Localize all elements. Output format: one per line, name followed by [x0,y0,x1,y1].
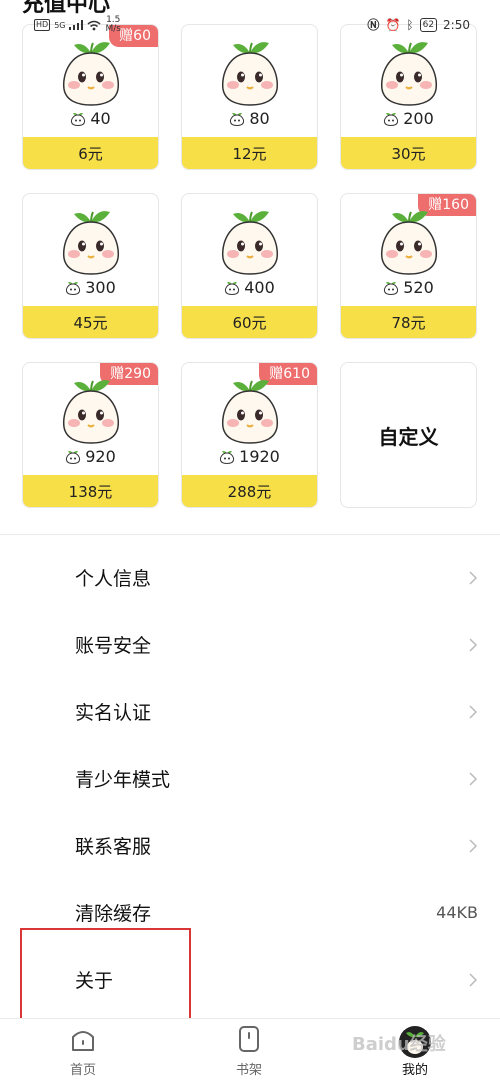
bean-mascot-icon [380,211,437,275]
price-label: 30元 [341,137,476,169]
coin-amount-row: 80 [182,109,317,128]
wifi-icon [88,20,101,30]
nav-home[interactable]: 首页 [48,1025,118,1078]
signal-indicator: 5G [54,20,66,30]
coin-amount-row: 920 [23,447,158,466]
coin-value: 520 [403,278,434,297]
recharge-package-card[interactable]: 200 30元 [340,24,477,170]
clock: 2:50 [443,17,470,32]
bean-mascot-icon [62,380,119,444]
status-left: HD 5G 1.5 M/s [34,16,121,34]
coin-value: 200 [403,109,434,128]
baidu-watermark: Baidu经验 [352,1034,446,1055]
coin-value: 400 [244,278,275,297]
custom-amount-label: 自定义 [378,424,439,449]
coin-amount-row: 40 [23,109,158,128]
bean-coin-icon [71,112,86,126]
status-right: Ⓝ ⏰ ᛒ 62 2:50 [367,16,470,33]
bean-mascot-icon [221,211,278,275]
price-label: 6元 [23,137,158,169]
recharge-package-card[interactable]: 赠290 920 138元 [22,362,159,508]
bean-coin-icon [384,112,399,126]
nfc-icon: Ⓝ [367,18,380,32]
chevron-right-icon [469,570,478,585]
coin-amount-row: 300 [23,278,158,297]
coin-value: 80 [249,109,270,128]
bean-mascot-icon [62,42,119,106]
battery-indicator: 62 [419,17,438,32]
recharge-package-card[interactable]: 400 60元 [181,193,318,339]
nav-bookshelf[interactable]: 书架 [214,1025,284,1078]
menu-item-value: 44KB [436,903,478,922]
menu-item[interactable]: 青少年模式 [0,745,500,812]
bean-mascot-icon [62,211,119,275]
price-label: 60元 [182,306,317,338]
highlight-annotation-box [20,928,191,1021]
menu-item-label: 青少年模式 [75,769,171,791]
chevron-right-icon [469,704,478,719]
bean-coin-icon [220,450,235,464]
bean-coin-icon [66,450,81,464]
price-label: 78元 [341,306,476,338]
price-label: 12元 [182,137,317,169]
hd-indicator: HD [34,19,51,31]
menu-item[interactable]: 账号安全 [0,611,500,678]
menu-item-label: 个人信息 [75,568,152,590]
status-bar: HD 5G 1.5 M/s Ⓝ ⏰ ᛒ 62 2:50 [0,0,500,40]
recharge-package-card[interactable]: 300 45元 [22,193,159,339]
bean-mascot-icon [380,42,437,106]
bean-coin-icon [225,281,240,295]
section-divider [0,534,500,535]
recharge-grid: 赠60 40 6元 80 12元 200 30元 300 45元 400 60元… [22,24,478,508]
net-speed: 1.5 M/s [105,15,121,34]
recharge-package-card[interactable]: 赠160 520 78元 [340,193,477,339]
bean-mascot-icon [221,380,278,444]
bean-coin-icon [66,281,81,295]
menu-item[interactable]: 联系客服 [0,812,500,879]
recharge-package-card[interactable]: 80 12元 [181,24,318,170]
menu-item[interactable]: 个人信息 [0,544,500,611]
menu-item-label: 实名认证 [75,702,152,724]
coin-value: 40 [90,109,111,128]
menu-item-label: 联系客服 [75,836,152,858]
recharge-package-card[interactable]: 赠60 40 6元 [22,24,159,170]
coin-amount-row: 520 [341,278,476,297]
recharge-package-card[interactable]: 赠610 1920 288元 [181,362,318,508]
chevron-right-icon [469,637,478,652]
coin-value: 300 [85,278,116,297]
coin-value: 920 [85,447,116,466]
chevron-right-icon [469,771,478,786]
menu-item-label: 清除缓存 [75,903,152,925]
chevron-right-icon [469,838,478,853]
coin-amount-row: 400 [182,278,317,297]
signal-bars-icon [69,20,84,30]
home-icon [72,1031,94,1051]
menu-item-label: 账号安全 [75,635,152,657]
bean-coin-icon [230,112,245,126]
menu-item[interactable]: 实名认证 [0,678,500,745]
bookshelf-icon [239,1026,259,1052]
coin-amount-row: 1920 [182,447,317,466]
price-label: 138元 [23,475,158,507]
coin-amount-row: 200 [341,109,476,128]
bean-mascot-icon [221,42,278,106]
alarm-icon: ⏰ [385,17,401,32]
coin-value: 1920 [239,447,280,466]
price-label: 45元 [23,306,158,338]
price-label: 288元 [182,475,317,507]
bluetooth-icon: ᛒ [406,17,414,32]
bean-coin-icon [384,281,399,295]
chevron-right-icon [469,972,478,987]
custom-amount-card[interactable]: 自定义 [340,362,477,508]
